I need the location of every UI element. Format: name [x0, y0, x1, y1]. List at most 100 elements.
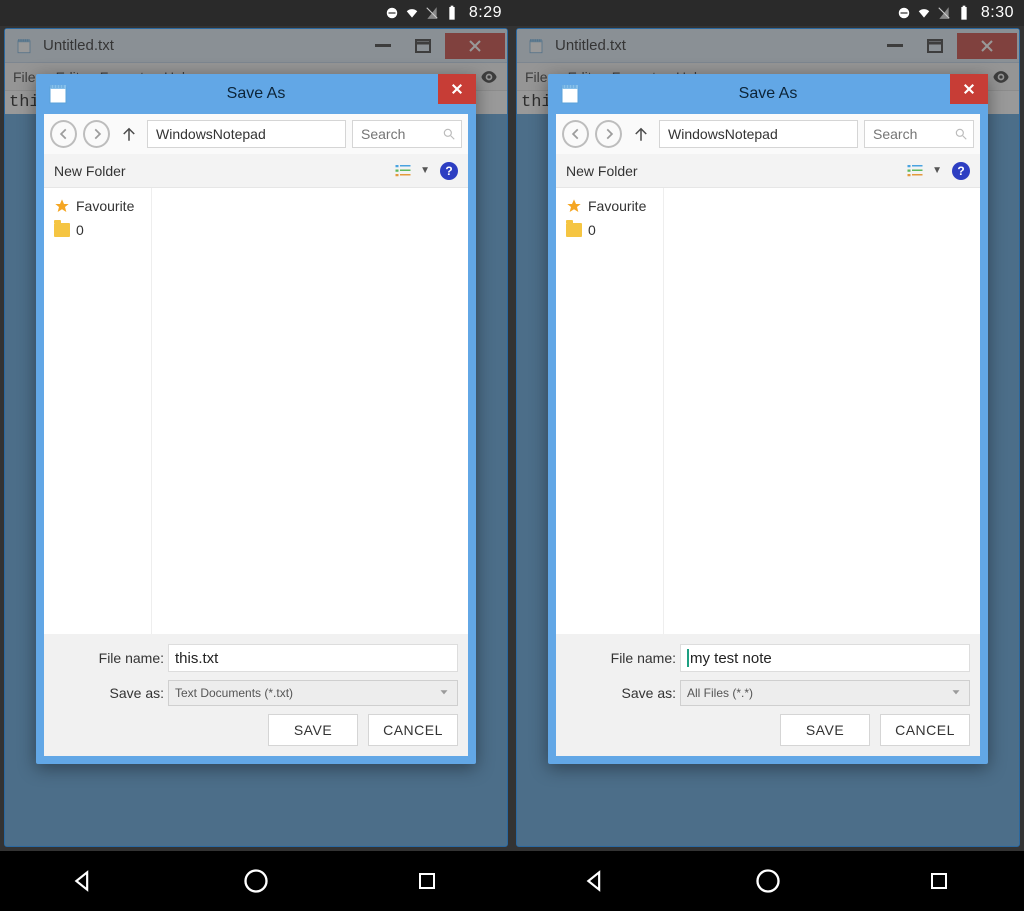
status-clock: 8:30 — [981, 4, 1014, 22]
notepad-icon — [15, 37, 33, 55]
saveas-value: All Files (*.*) — [687, 686, 753, 700]
notepad-icon — [558, 82, 582, 106]
saveas-label: Save as: — [622, 685, 676, 701]
help-icon[interactable]: ? — [952, 162, 970, 180]
sidebar-item[interactable]: 0 — [48, 218, 147, 242]
do-not-disturb-icon — [897, 6, 911, 20]
sidebar-item-label: Favourite — [588, 198, 646, 214]
minimize-button[interactable] — [877, 34, 913, 58]
dialog-bottom-panel: File name: my test note Save as: All Fil… — [556, 634, 980, 756]
saveas-select[interactable]: All Files (*.*) — [680, 680, 970, 706]
view-options-icon[interactable] — [394, 162, 412, 180]
file-list-area[interactable] — [664, 188, 980, 634]
path-input[interactable] — [147, 120, 346, 148]
nav-forward-button[interactable] — [595, 120, 622, 148]
path-input[interactable] — [659, 120, 858, 148]
dialog-bottom-panel: File name: this.txt Save as: Text Docume… — [44, 634, 468, 756]
status-clock: 8:29 — [469, 4, 502, 22]
nav-recent-icon[interactable] — [409, 863, 445, 899]
preview-eye-icon[interactable] — [479, 67, 499, 87]
window-close-button[interactable] — [957, 33, 1017, 59]
save-as-dialog: Save As New Folder ▼ ? — [36, 74, 476, 764]
dialog-nav-bar — [44, 114, 468, 154]
chevron-down-icon — [437, 685, 451, 702]
help-icon[interactable]: ? — [440, 162, 458, 180]
dialog-content: Favourite 0 — [44, 188, 468, 634]
save-button[interactable]: SAVE — [780, 714, 870, 746]
filename-label: File name: — [99, 650, 164, 666]
chevron-down-icon — [949, 685, 963, 702]
cancel-button[interactable]: CANCEL — [368, 714, 458, 746]
search-icon — [442, 127, 456, 141]
no-sim-icon — [937, 6, 951, 20]
folder-icon — [54, 223, 70, 237]
sidebar-item[interactable]: 0 — [560, 218, 659, 242]
do-not-disturb-icon — [385, 6, 399, 20]
android-nav-bar — [512, 851, 1024, 911]
wifi-icon — [405, 6, 419, 20]
dialog-titlebar: Save As — [548, 74, 988, 114]
window-close-button[interactable] — [445, 33, 505, 59]
nav-up-button[interactable] — [116, 121, 141, 147]
nav-home-icon[interactable] — [750, 863, 786, 899]
nav-back-button[interactable] — [50, 120, 77, 148]
nav-back-icon[interactable] — [579, 863, 615, 899]
nav-forward-button[interactable] — [83, 120, 110, 148]
battery-icon — [957, 6, 971, 20]
nav-back-icon[interactable] — [67, 863, 103, 899]
save-button[interactable]: SAVE — [268, 714, 358, 746]
dialog-titlebar: Save As — [36, 74, 476, 114]
battery-icon — [445, 6, 459, 20]
text-cursor — [687, 649, 689, 667]
preview-eye-icon[interactable] — [991, 67, 1011, 87]
nav-recent-icon[interactable] — [921, 863, 957, 899]
dialog-title: Save As — [227, 85, 286, 103]
nav-home-icon[interactable] — [238, 863, 274, 899]
filename-input[interactable]: my test note — [680, 644, 970, 672]
dialog-sidebar: Favourite 0 — [44, 188, 152, 634]
dialog-nav-bar — [556, 114, 980, 154]
star-icon — [54, 198, 70, 214]
sidebar-item-label: 0 — [588, 222, 596, 238]
dialog-close-button[interactable] — [438, 74, 476, 104]
sidebar-item[interactable]: Favourite — [560, 194, 659, 218]
maximize-button[interactable] — [917, 34, 953, 58]
no-sim-icon — [425, 6, 439, 20]
window-title: Untitled.txt — [555, 37, 626, 54]
file-list-area[interactable] — [152, 188, 468, 634]
dialog-toolbar: New Folder ▼ ? — [44, 154, 468, 188]
minimize-button[interactable] — [365, 34, 401, 58]
window-titlebar: Untitled.txt — [517, 29, 1019, 63]
filename-label: File name: — [611, 650, 676, 666]
window-titlebar: Untitled.txt — [5, 29, 507, 63]
view-dropdown-icon[interactable]: ▼ — [932, 165, 942, 176]
menu-item[interactable]: File — [13, 69, 36, 85]
window-title: Untitled.txt — [43, 37, 114, 54]
maximize-button[interactable] — [405, 34, 441, 58]
nav-up-button[interactable] — [628, 121, 653, 147]
filename-input[interactable]: this.txt — [168, 644, 458, 672]
notepad-icon — [527, 37, 545, 55]
nav-back-button[interactable] — [562, 120, 589, 148]
saveas-value: Text Documents (*.txt) — [175, 686, 293, 700]
menu-item[interactable]: File — [525, 69, 548, 85]
folder-icon — [566, 223, 582, 237]
view-options-icon[interactable] — [906, 162, 924, 180]
filename-value: this.txt — [175, 650, 218, 667]
sidebar-item[interactable]: Favourite — [48, 194, 147, 218]
dialog-close-button[interactable] — [950, 74, 988, 104]
saveas-label: Save as: — [110, 685, 164, 701]
sidebar-item-label: Favourite — [76, 198, 134, 214]
notepad-icon — [46, 82, 70, 106]
dialog-content: Favourite 0 — [556, 188, 980, 634]
save-as-dialog: Save As New Folder ▼ ? — [548, 74, 988, 764]
cancel-button[interactable]: CANCEL — [880, 714, 970, 746]
saveas-select[interactable]: Text Documents (*.txt) — [168, 680, 458, 706]
view-dropdown-icon[interactable]: ▼ — [420, 165, 430, 176]
sidebar-item-label: 0 — [76, 222, 84, 238]
new-folder-button[interactable]: New Folder — [566, 163, 638, 179]
android-nav-bar — [0, 851, 512, 911]
dialog-title: Save As — [739, 85, 798, 103]
new-folder-button[interactable]: New Folder — [54, 163, 126, 179]
status-bar: 8:30 — [512, 0, 1024, 26]
